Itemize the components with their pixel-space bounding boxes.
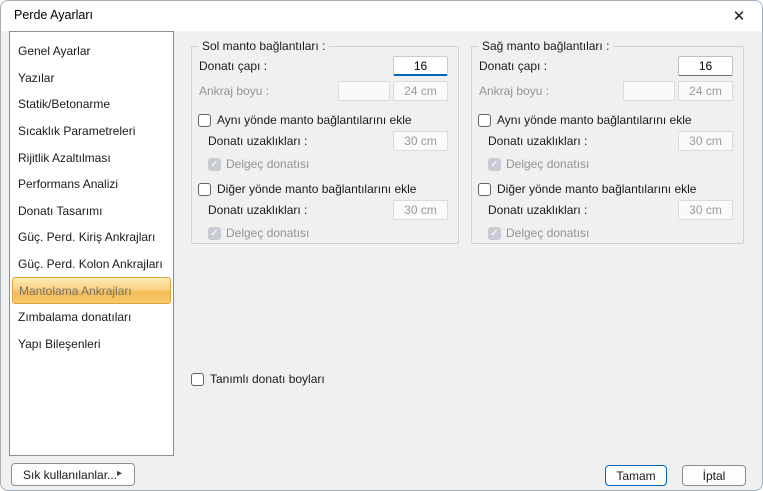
diger-yonde-checkbox[interactable] (198, 183, 211, 196)
settings-category-list: Genel Ayarlar Yazılar Statik/Betonarme S… (9, 31, 174, 456)
menu-arrow-icon: ▸ (116, 468, 122, 479)
dialog-title: Perde Ayarları (14, 8, 93, 22)
sidebar-item-label: Yazılar (18, 70, 55, 85)
tanimli-donati-boylari-checkbox[interactable] (191, 373, 204, 386)
sidebar-item-label: Mantolama Ankrajları (19, 283, 132, 298)
sidebar-item-rijitlik-azaltilmasi[interactable]: Rijitlik Azaltılması (10, 144, 173, 171)
sidebar-item-donati-tasarimi[interactable]: Donatı Tasarımı (10, 198, 173, 225)
sidebar-item-label: Yapı Bileşenleri (18, 336, 101, 351)
sidebar-item-genel-ayarlar[interactable]: Genel Ayarlar (10, 38, 173, 65)
sidebar-item-label: Performans Analizi (18, 177, 119, 192)
sidebar-item-label: Genel Ayarlar (18, 44, 91, 59)
ankraj-boyu-extra-input (338, 81, 390, 101)
cancel-button-label: İptal (702, 468, 726, 483)
favorites-button[interactable]: Sık kullanılanlar... ▸ (11, 463, 135, 486)
perde-ayarlari-dialog: Perde Ayarları ✕ Genel Ayarlar Yazılar S… (0, 0, 763, 491)
delgec-donatisi-checkbox-checked-icon: ✓ (208, 158, 221, 171)
donati-uzakliklari-label: Donatı uzaklıkları : (208, 134, 308, 148)
donati-capi-label: Donatı çapı : (479, 59, 548, 73)
sidebar-item-label: Rijitlik Azaltılması (18, 150, 111, 165)
delgec-donatisi-label: Delgeç donatısı (226, 157, 310, 171)
delgec-donatisi-checkbox-checked-icon: ✓ (488, 227, 501, 240)
diger-yonde-checkbox[interactable] (478, 183, 491, 196)
donati-uzakliklari-input (393, 200, 448, 220)
sidebar-item-label: Donatı Tasarımı (18, 203, 103, 218)
right-manto-group: Sağ manto bağlantıları : Donatı çapı : A… (471, 39, 744, 244)
sidebar-item-performans-analizi[interactable]: Performans Analizi (10, 171, 173, 198)
donati-capi-input[interactable] (393, 56, 448, 76)
sidebar-item-label: Güç. Perd. Kolon Ankrajları (18, 257, 163, 272)
donati-uzakliklari-input (678, 200, 733, 220)
favorites-button-label: Sık kullanılanlar... (23, 467, 118, 482)
title-bar: Perde Ayarları ✕ (1, 1, 762, 31)
donati-uzakliklari-input (678, 131, 733, 151)
sidebar-item-sicaklik-parametreleri[interactable]: Sıcaklık Parametreleri (10, 118, 173, 145)
cancel-button[interactable]: İptal (682, 465, 746, 486)
sidebar-item-label: Zımbalama donatıları (18, 310, 132, 325)
delgec-donatisi-checkbox-checked-icon: ✓ (208, 227, 221, 240)
sidebar-item-yapi-bilesenleri[interactable]: Yapı Bileşenleri (10, 331, 173, 358)
close-icon[interactable]: ✕ (726, 4, 752, 28)
sidebar-item-yazilar[interactable]: Yazılar (10, 65, 173, 92)
ankraj-boyu-label: Ankraj boyu : (479, 84, 550, 98)
ayni-yonde-checkbox[interactable] (198, 114, 211, 127)
ayni-yonde-checkbox[interactable] (478, 114, 491, 127)
diger-yonde-label: Diğer yönde manto bağlantılarını ekle (217, 182, 417, 196)
tanimli-donati-boylari-label: Tanımlı donatı boyları (210, 372, 325, 386)
diger-yonde-label: Diğer yönde manto bağlantılarını ekle (497, 182, 697, 196)
left-manto-group: Sol manto bağlantıları : Donatı çapı : A… (191, 39, 459, 244)
sidebar-item-label: Statik/Betonarme (18, 97, 111, 112)
ankraj-boyu-extra-input (623, 81, 675, 101)
ankraj-boyu-input (678, 81, 733, 101)
donati-uzakliklari-input (393, 131, 448, 151)
sidebar-item-statik-betonarme[interactable]: Statik/Betonarme (10, 91, 173, 118)
ayni-yonde-label: Aynı yönde manto bağlantılarını ekle (217, 113, 412, 127)
delgec-donatisi-label: Delgeç donatısı (226, 226, 310, 240)
sidebar-item-zimbalama-donatilari[interactable]: Zımbalama donatıları (10, 304, 173, 331)
ayni-yonde-label: Aynı yönde manto bağlantılarını ekle (497, 113, 692, 127)
delgec-donatisi-label: Delgeç donatısı (506, 226, 590, 240)
sidebar-item-mantolama-ankrajlari[interactable]: Mantolama Ankrajları (12, 277, 171, 304)
sidebar-item-label: Sıcaklık Parametreleri (18, 124, 136, 139)
donati-capi-label: Donatı çapı : (199, 59, 268, 73)
sidebar-item-label: Güç. Perd. Kiriş Ankrajları (18, 230, 156, 245)
ok-button[interactable]: Tamam (605, 465, 667, 486)
donati-uzakliklari-label: Donatı uzaklıkları : (208, 203, 308, 217)
ok-button-label: Tamam (616, 468, 656, 483)
sidebar-item-guc-perd-kolon-ankrajlari[interactable]: Güç. Perd. Kolon Ankrajları (10, 251, 173, 278)
ankraj-boyu-input (393, 81, 448, 101)
delgec-donatisi-checkbox-checked-icon: ✓ (488, 158, 501, 171)
group-title: Sağ manto bağlantıları : (478, 39, 614, 53)
ankraj-boyu-label: Ankraj boyu : (199, 84, 270, 98)
sidebar-item-guc-perd-kiris-ankrajlari[interactable]: Güç. Perd. Kiriş Ankrajları (10, 224, 173, 251)
donati-uzakliklari-label: Donatı uzaklıkları : (488, 203, 588, 217)
delgec-donatisi-label: Delgeç donatısı (506, 157, 590, 171)
group-title: Sol manto bağlantıları : (198, 39, 330, 53)
donati-uzakliklari-label: Donatı uzaklıkları : (488, 134, 588, 148)
donati-capi-input[interactable] (678, 56, 733, 76)
